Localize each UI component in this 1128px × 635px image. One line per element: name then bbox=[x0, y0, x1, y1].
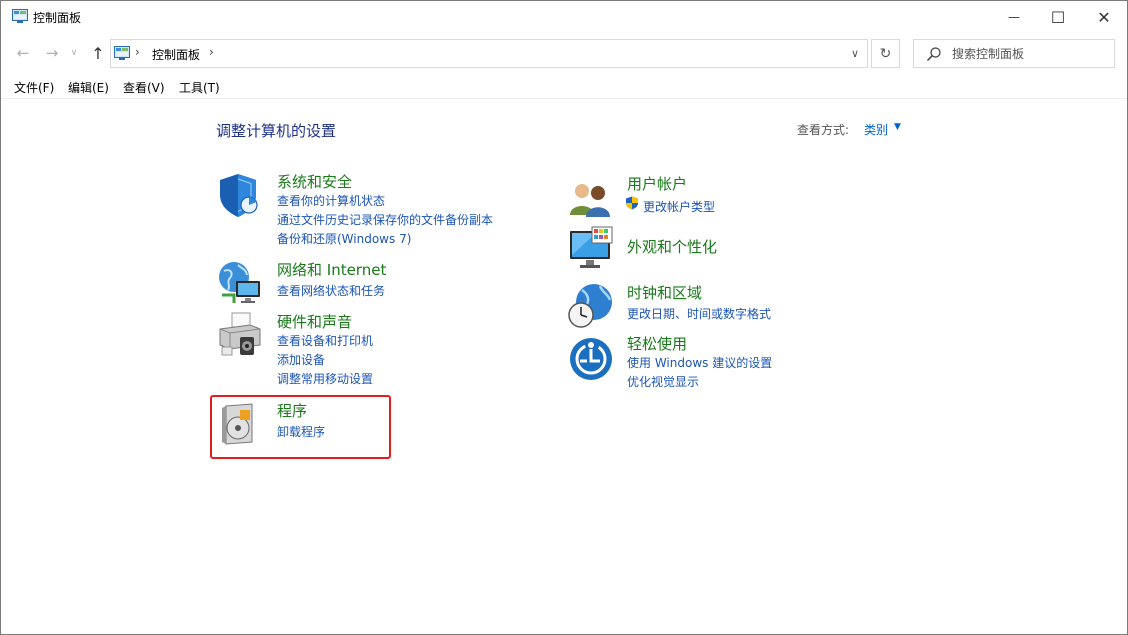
refresh-icon: ↻ bbox=[879, 45, 892, 62]
category-title-ease-of-access[interactable]: 轻松使用 bbox=[627, 333, 687, 354]
forward-button[interactable]: → bbox=[41, 41, 63, 65]
search-icon bbox=[926, 47, 941, 62]
search-box[interactable] bbox=[913, 39, 1115, 68]
forward-arrow-icon: → bbox=[45, 44, 59, 62]
caret-down-icon[interactable]: ▼ bbox=[894, 122, 901, 132]
up-button[interactable]: ↑ bbox=[87, 41, 109, 65]
address-bar[interactable]: › 控制面板 › ∨ bbox=[110, 39, 868, 68]
users-icon[interactable] bbox=[566, 173, 614, 221]
ease-of-access-icon[interactable] bbox=[566, 333, 614, 381]
address-dropdown-icon[interactable]: ∨ bbox=[847, 44, 863, 62]
category-title-network[interactable]: 网络和 Internet bbox=[277, 259, 386, 280]
window-title: 控制面板 bbox=[33, 11, 82, 25]
menu-bar: 文件(F) 编辑(E) 查看(V) 工具(T) bbox=[1, 77, 1127, 97]
monitor-icon[interactable] bbox=[566, 225, 614, 273]
breadcrumb-control-panel[interactable]: 控制面板 bbox=[152, 46, 200, 63]
back-button[interactable]: ← bbox=[12, 41, 34, 65]
link-file-history[interactable]: 通过文件历史记录保存你的文件备份副本 bbox=[277, 211, 493, 228]
uac-shield-icon bbox=[626, 196, 638, 210]
view-by-dropdown[interactable]: 类别 bbox=[864, 121, 888, 138]
link-network-status[interactable]: 查看网络状态和任务 bbox=[277, 282, 385, 299]
maximize-button[interactable]: ☐ bbox=[1035, 1, 1081, 33]
back-arrow-icon: ← bbox=[16, 44, 30, 62]
link-devices-printers[interactable]: 查看设备和打印机 bbox=[277, 332, 373, 349]
category-title-hardware[interactable]: 硬件和声音 bbox=[277, 311, 352, 332]
category-title-clock-region[interactable]: 时钟和区域 bbox=[627, 282, 702, 303]
breadcrumb-separator-icon[interactable]: › bbox=[209, 45, 214, 59]
menu-edit[interactable]: 编辑(E) bbox=[68, 79, 109, 96]
up-arrow-icon: ↑ bbox=[91, 43, 105, 63]
menu-tools[interactable]: 工具(T) bbox=[179, 79, 220, 96]
minimize-button[interactable]: — bbox=[991, 1, 1037, 33]
refresh-button[interactable]: ↻ bbox=[871, 39, 900, 68]
printer-icon[interactable] bbox=[216, 311, 264, 359]
maximize-icon: ☐ bbox=[1050, 7, 1066, 27]
navigation-bar: ← → ∨ ↑ › 控制面板 › ∨ ↻ bbox=[1, 37, 1127, 69]
minimize-icon: — bbox=[1008, 10, 1020, 24]
link-mobility-settings[interactable]: 调整常用移动设置 bbox=[277, 370, 373, 387]
network-icon[interactable] bbox=[216, 259, 264, 307]
close-button[interactable]: ✕ bbox=[1081, 1, 1127, 33]
highlight-box bbox=[210, 395, 391, 459]
divider bbox=[1, 98, 1127, 99]
search-input[interactable] bbox=[952, 45, 1110, 63]
link-change-date-time-format[interactable]: 更改日期、时间或数字格式 bbox=[627, 305, 771, 322]
recent-locations-button[interactable]: ∨ bbox=[67, 41, 81, 65]
link-recommended-settings[interactable]: 使用 Windows 建议的设置 bbox=[627, 354, 772, 371]
link-view-computer-status[interactable]: 查看你的计算机状态 bbox=[277, 192, 385, 209]
view-by-label: 查看方式: bbox=[797, 123, 850, 137]
category-title-system-security[interactable]: 系统和安全 bbox=[277, 171, 352, 192]
close-icon: ✕ bbox=[1097, 7, 1111, 27]
link-add-device[interactable]: 添加设备 bbox=[277, 351, 325, 368]
chevron-down-icon: ∨ bbox=[70, 48, 78, 58]
category-title-user-accounts[interactable]: 用户帐户 bbox=[627, 173, 687, 194]
clock-globe-icon[interactable] bbox=[566, 282, 614, 330]
menu-view[interactable]: 查看(V) bbox=[123, 79, 165, 96]
menu-file[interactable]: 文件(F) bbox=[14, 79, 54, 96]
link-optimize-visual-display[interactable]: 优化视觉显示 bbox=[627, 373, 699, 390]
page-title: 调整计算机的设置 bbox=[216, 122, 337, 140]
control-panel-icon bbox=[114, 46, 130, 60]
control-panel-icon bbox=[12, 9, 28, 23]
link-backup-restore[interactable]: 备份和还原(Windows 7) bbox=[277, 230, 411, 247]
shield-icon[interactable] bbox=[216, 171, 264, 219]
link-change-account-type[interactable]: 更改帐户类型 bbox=[643, 198, 715, 215]
title-bar: 控制面板 — ☐ ✕ bbox=[1, 1, 1127, 33]
control-panel-window: 控制面板 — ☐ ✕ ← → ∨ ↑ › 控制面板 › ∨ ↻ 搜索控制面板 文… bbox=[0, 0, 1128, 635]
category-title-appearance[interactable]: 外观和个性化 bbox=[627, 236, 717, 257]
breadcrumb-separator-icon[interactable]: › bbox=[135, 45, 140, 59]
